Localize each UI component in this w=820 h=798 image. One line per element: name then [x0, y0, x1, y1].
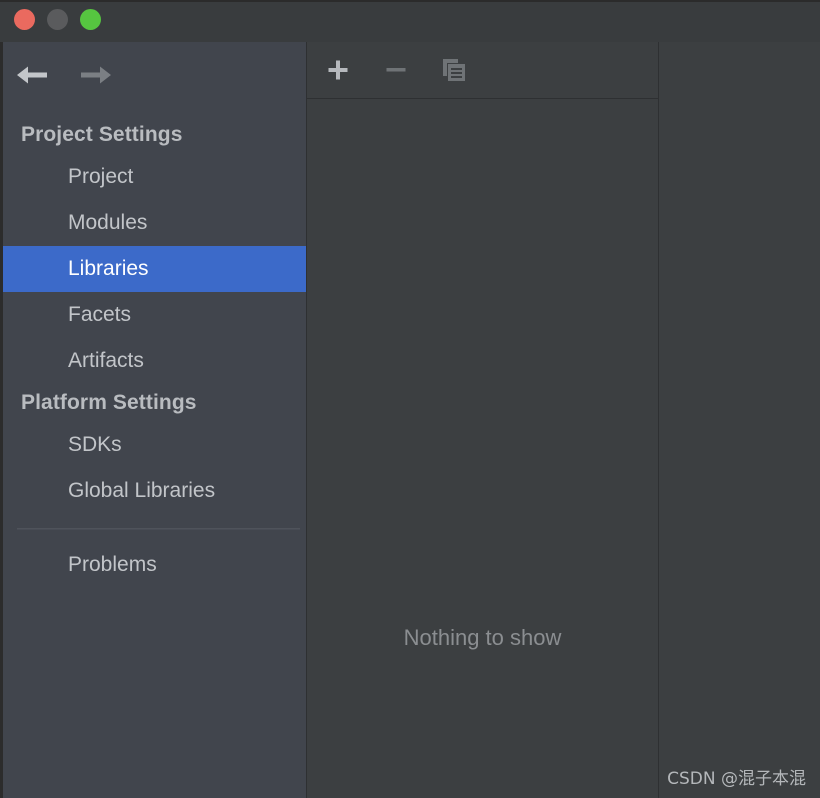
sidebar-item-artifacts[interactable]: Artifacts [3, 338, 306, 384]
arrow-left-icon [17, 66, 47, 84]
sidebar-divider [17, 528, 300, 530]
add-library-button[interactable] [323, 55, 353, 85]
sidebar-item-problems[interactable]: Problems [3, 542, 306, 588]
sidebar-group-project-settings: Project Settings [21, 123, 183, 146]
copy-library-button[interactable] [439, 55, 469, 85]
settings-window: Project Settings Project Modules Librari… [0, 0, 820, 798]
library-detail-panel [658, 42, 820, 798]
sidebar-item-sdks[interactable]: SDKs [3, 422, 306, 468]
empty-state-message: Nothing to show [403, 625, 562, 650]
copy-icon [443, 59, 465, 81]
maximize-traffic-light-icon[interactable] [80, 9, 101, 30]
minimize-traffic-light-icon[interactable] [47, 9, 68, 30]
minus-icon [386, 68, 406, 72]
sidebar-item-project[interactable]: Project [3, 154, 306, 200]
title-bar [0, 0, 820, 44]
plus-icon [328, 60, 348, 80]
arrow-right-icon [81, 66, 111, 84]
back-button[interactable] [13, 60, 51, 90]
sidebar-nav-list: Project Settings Project Modules Librari… [3, 116, 306, 588]
forward-button[interactable] [77, 60, 115, 90]
settings-sidebar: Project Settings Project Modules Librari… [3, 42, 306, 798]
libraries-toolbar [307, 42, 658, 99]
remove-library-button[interactable] [381, 55, 411, 85]
window-controls [14, 9, 101, 30]
sidebar-item-libraries[interactable]: Libraries [3, 246, 306, 292]
close-traffic-light-icon[interactable] [14, 9, 35, 30]
sidebar-item-global-libraries[interactable]: Global Libraries [3, 468, 306, 514]
libraries-list-panel: Nothing to show [306, 42, 658, 798]
sidebar-item-facets[interactable]: Facets [3, 292, 306, 338]
sidebar-nav-arrows [13, 60, 115, 90]
sidebar-item-modules[interactable]: Modules [3, 200, 306, 246]
sidebar-group-platform-settings: Platform Settings [21, 391, 197, 414]
